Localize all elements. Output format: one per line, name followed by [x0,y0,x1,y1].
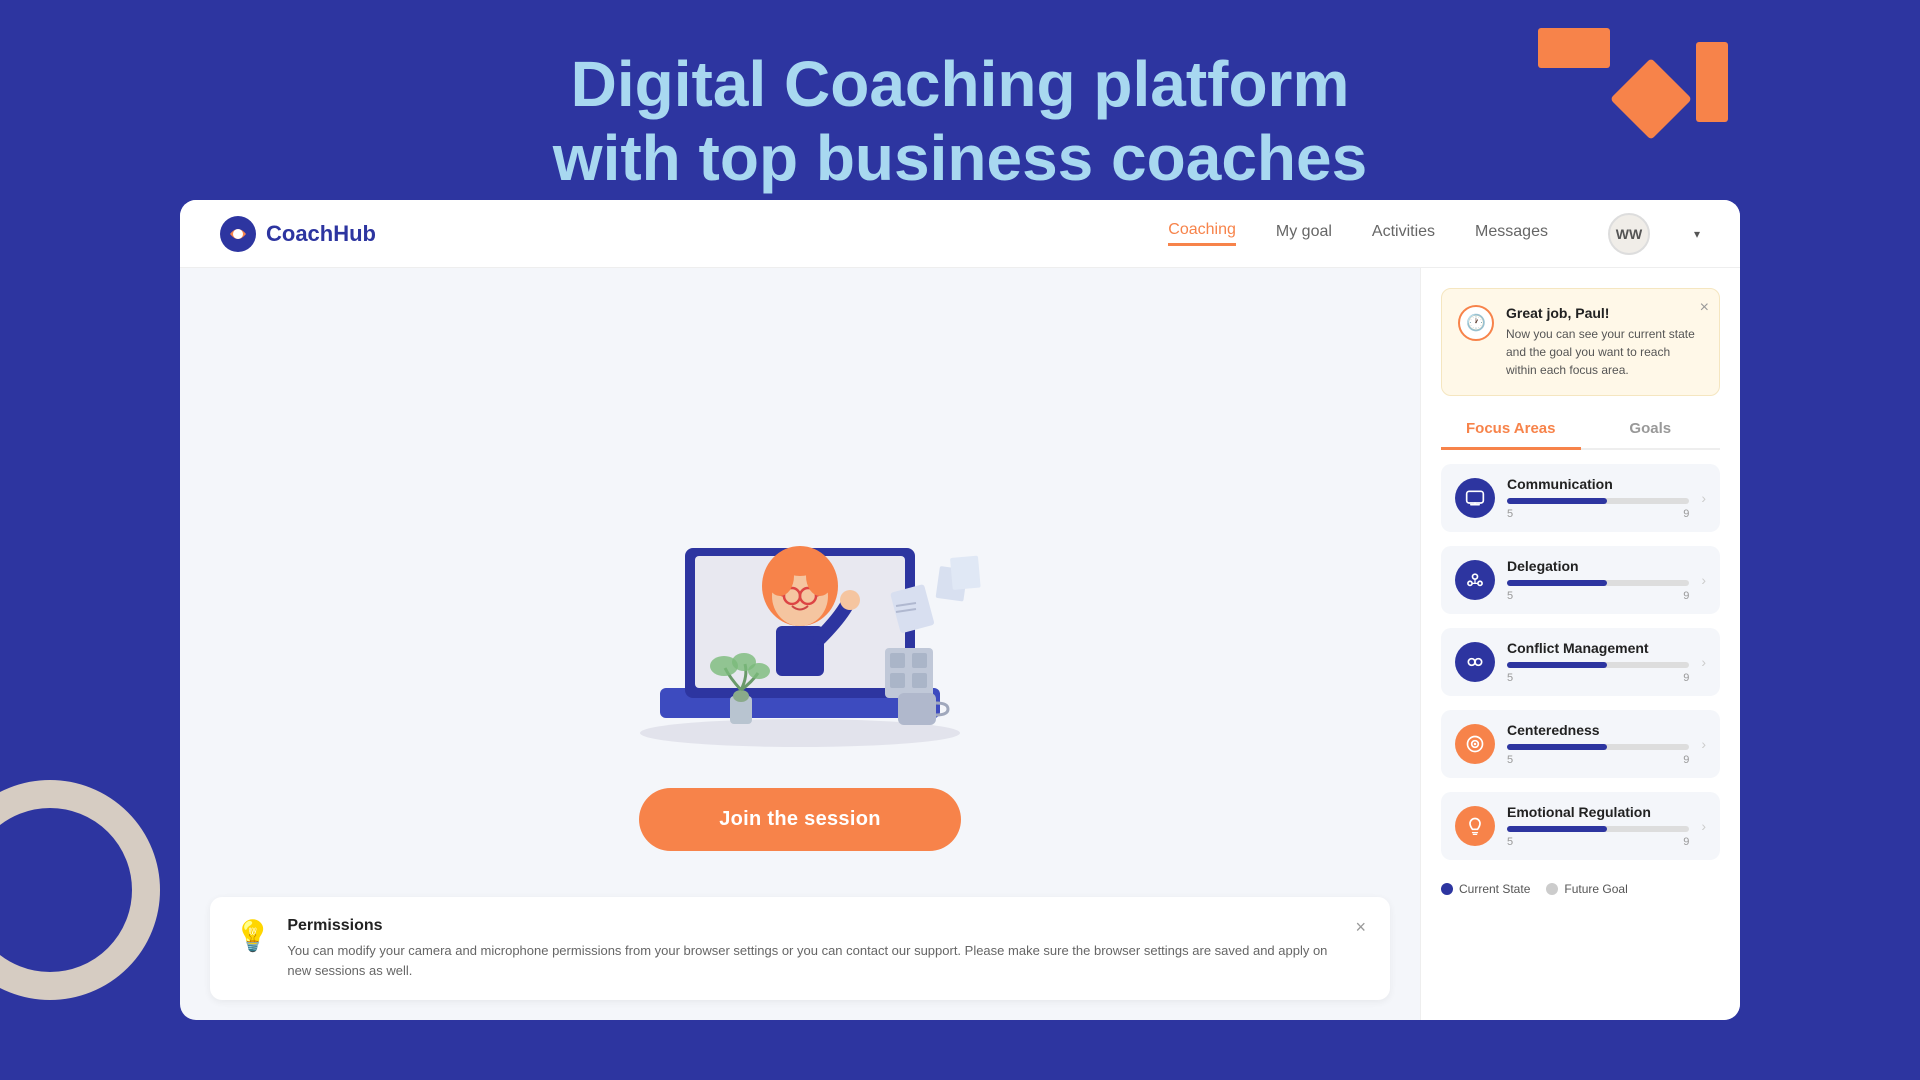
bg-decoration-rect2 [1696,42,1728,122]
emotional-chevron-icon: › [1701,818,1706,834]
delegation-chevron-icon: › [1701,572,1706,588]
centeredness-progress-bar [1507,744,1689,750]
tab-focus-areas[interactable]: Focus Areas [1441,410,1581,450]
content-area: Join the session 💡 Permissions You can m… [180,268,1740,1020]
permissions-text: You can modify your camera and microphon… [287,941,1339,980]
notification-text: Now you can see your current state and t… [1506,325,1703,379]
tab-goals[interactable]: Goals [1581,410,1721,448]
communication-progress-fill [1507,498,1607,504]
legend: Current State Future Goal [1441,874,1720,904]
nav-coaching[interactable]: Coaching [1168,221,1236,246]
delegation-progress-bar [1507,580,1689,586]
coach-illustration [580,438,1020,758]
emotional-icon [1455,806,1495,846]
bg-decoration-rect1 [1538,28,1610,68]
emotional-progress-fill [1507,826,1607,832]
logo-text: CoachHub [266,221,376,247]
focus-item-centeredness[interactable]: Centeredness 5 9 › [1441,710,1720,778]
future-goal-dot [1546,883,1558,895]
focus-item-emotional[interactable]: Emotional Regulation 5 9 › [1441,792,1720,860]
focus-item-conflict[interactable]: Conflict Management 5 9 › [1441,628,1720,696]
current-state-dot [1441,883,1453,895]
centeredness-icon [1455,724,1495,764]
nav-links: Coaching My goal Activities Messages WW … [1168,213,1700,255]
centeredness-chevron-icon: › [1701,736,1706,752]
focus-tabs: Focus Areas Goals [1441,410,1720,450]
logo[interactable]: CoachHub [220,216,376,252]
notification-close-button[interactable]: × [1700,299,1709,317]
conflict-progress-bar [1507,662,1689,668]
emotional-progress-labels: 5 9 [1507,836,1689,848]
left-panel: Join the session 💡 Permissions You can m… [180,268,1420,1020]
notification-content: Great job, Paul! Now you can see your cu… [1506,305,1703,379]
nav-activities[interactable]: Activities [1372,223,1435,245]
chevron-down-icon[interactable]: ▾ [1694,227,1700,241]
emotional-content: Emotional Regulation 5 9 [1507,804,1689,848]
conflict-progress-fill [1507,662,1607,668]
focus-item-communication[interactable]: Communication 5 9 › [1441,464,1720,532]
delegation-content: Delegation 5 9 [1507,558,1689,602]
permissions-content: Permissions You can modify your camera a… [287,917,1339,980]
permissions-close-button[interactable]: × [1355,917,1366,938]
conflict-icon [1455,642,1495,682]
communication-content: Communication 5 9 [1507,476,1689,520]
delegation-progress-fill [1507,580,1607,586]
nav-my-goal[interactable]: My goal [1276,223,1332,245]
logo-icon [220,216,256,252]
notification-card: 🕐 Great job, Paul! Now you can see your … [1441,288,1720,396]
illustration-container [580,438,1020,758]
conflict-chevron-icon: › [1701,654,1706,670]
legend-current-state: Current State [1441,882,1530,896]
join-session-button[interactable]: Join the session [639,788,961,851]
permissions-box: 💡 Permissions You can modify your camera… [210,897,1390,1000]
bg-decoration-circle [0,780,160,1000]
permissions-title: Permissions [287,917,1339,935]
centeredness-progress-fill [1507,744,1607,750]
navbar: CoachHub Coaching My goal Activities Mes… [180,200,1740,268]
legend-future-goal: Future Goal [1546,882,1627,896]
nav-messages[interactable]: Messages [1475,223,1548,245]
notification-title: Great job, Paul! [1506,305,1703,321]
communication-icon [1455,478,1495,518]
lightbulb-icon: 💡 [234,919,271,954]
delegation-icon [1455,560,1495,600]
communication-progress-labels: 5 9 [1507,508,1689,520]
focus-item-delegation[interactable]: Delegation 5 9 › [1441,546,1720,614]
communication-chevron-icon: › [1701,490,1706,506]
centeredness-content: Centeredness 5 9 [1507,722,1689,766]
emotional-progress-bar [1507,826,1689,832]
centeredness-progress-labels: 5 9 [1507,754,1689,766]
conflict-content: Conflict Management 5 9 [1507,640,1689,684]
conflict-progress-labels: 5 9 [1507,672,1689,684]
right-panel: 🕐 Great job, Paul! Now you can see your … [1420,268,1740,1020]
clock-icon: 🕐 [1458,305,1494,341]
main-card: CoachHub Coaching My goal Activities Mes… [180,200,1740,1020]
delegation-progress-labels: 5 9 [1507,590,1689,602]
communication-progress-bar [1507,498,1689,504]
avatar[interactable]: WW [1608,213,1650,255]
